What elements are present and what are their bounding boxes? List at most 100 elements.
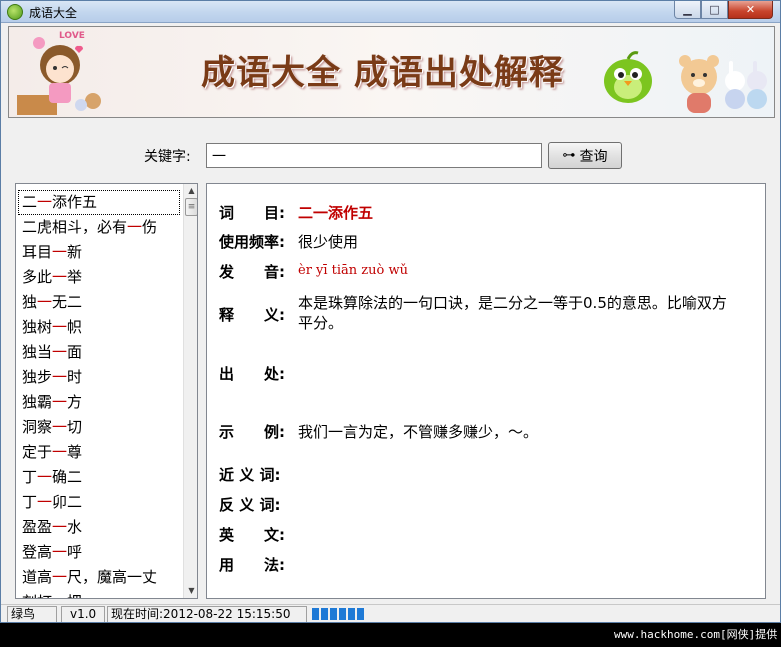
- app-icon: [7, 4, 23, 20]
- word-label: 词 目:: [219, 204, 285, 222]
- keyword-label: 关键字:: [144, 149, 191, 165]
- antonym-label: 反 义 词:: [219, 496, 281, 514]
- maximize-icon: □: [709, 3, 720, 16]
- cartoon-girl-illustration: [17, 37, 101, 115]
- app-window: 成语大全 ▁ □ ✕ LOVE 成语大全 成语出处解释 关键字: 一 ⊶ 查询 …: [0, 0, 781, 623]
- list-item[interactable]: 丁一卯二: [16, 490, 182, 515]
- list-item-keyword: 一: [52, 518, 68, 536]
- progress-segment: [357, 608, 364, 620]
- list-item-text-post: 时: [67, 368, 83, 386]
- list-item-keyword: 一: [52, 368, 68, 386]
- list-item-text-pre: 盈盈: [22, 518, 53, 536]
- scroll-thumb[interactable]: ≡: [185, 198, 197, 216]
- teddy-bears-illustration: [679, 55, 767, 113]
- scroll-up-icon[interactable]: ▲: [184, 184, 197, 198]
- status-time: 现在时间:2012-08-22 15:15:50: [107, 606, 307, 622]
- list-item[interactable]: 洞察一切: [16, 415, 182, 440]
- list-item-text-post: 举: [67, 268, 83, 286]
- list-item-keyword: 一: [127, 218, 143, 236]
- list-item[interactable]: 定于一尊: [16, 440, 182, 465]
- list-item-text-pre: 道高: [22, 568, 53, 586]
- list-item-keyword: 一: [52, 543, 68, 561]
- example-label: 示 例:: [219, 423, 285, 441]
- list-item[interactable]: 二一添作五: [18, 190, 180, 215]
- list-item-keyword: 一: [52, 343, 68, 361]
- list-item-text-post: 卯二: [52, 493, 83, 511]
- minimize-button[interactable]: ▁: [674, 1, 701, 19]
- frequency-label: 使用频率:: [219, 233, 285, 251]
- progress-segment: [321, 608, 328, 620]
- list-item[interactable]: 二虎相斗，必有一伤: [16, 215, 182, 240]
- list-item[interactable]: 独步一时: [16, 365, 182, 390]
- list-item[interactable]: 独树一帜: [16, 315, 182, 340]
- scroll-down-icon[interactable]: ▼: [184, 584, 197, 598]
- usage-label: 用 法:: [219, 556, 285, 574]
- list-item[interactable]: 盈盈一水: [16, 515, 182, 540]
- list-item-text-post: 面: [67, 343, 83, 361]
- watermark-text: www.hackhome.com[网侠]提供: [614, 628, 778, 641]
- list-item-text-post: 无二: [52, 293, 83, 311]
- maximize-button[interactable]: □: [701, 1, 728, 19]
- pinyin-value: èr yī tiān zuò wǔ: [298, 263, 408, 278]
- list-item-keyword: 一: [52, 318, 68, 336]
- list-item-text-post: 切: [67, 418, 83, 436]
- list-item-text-post: 确二: [52, 468, 83, 486]
- list-item[interactable]: 独当一面: [16, 340, 182, 365]
- close-button[interactable]: ✕: [728, 1, 773, 19]
- binoculars-icon: ⊶: [562, 148, 576, 163]
- list-item-text-pre: 独: [22, 293, 38, 311]
- list-item-text-pre: 二: [22, 193, 38, 211]
- status-bar: 绿鸟 v1.0 现在时间:2012-08-22 15:15:50: [1, 604, 780, 622]
- list-item-text-post: 帜: [67, 318, 83, 336]
- list-item-text-pre: 刻打: [22, 593, 52, 598]
- list-item-keyword: 一: [52, 268, 68, 286]
- pinyin-label: 发 音:: [219, 263, 285, 281]
- list-item-text-pre: 独霸: [22, 393, 53, 411]
- list-item-keyword: 一: [52, 443, 68, 461]
- list-item[interactable]: 刻打一把: [16, 590, 182, 598]
- list-item[interactable]: 独霸一方: [16, 390, 182, 415]
- progress-bar: [311, 607, 371, 621]
- minimize-icon: ▁: [683, 3, 692, 16]
- list-item[interactable]: 道高一尺，魔高一丈: [16, 565, 182, 590]
- list-item-text-pre: 丁: [22, 468, 38, 486]
- window-title: 成语大全: [29, 6, 78, 20]
- list-item[interactable]: 耳目一新: [16, 240, 182, 265]
- close-icon: ✕: [745, 3, 756, 16]
- word-value: 二一添作五: [298, 204, 374, 222]
- green-bird-illustration: [604, 51, 652, 103]
- list-item[interactable]: 丁一确二: [16, 465, 182, 490]
- list-item-text-pre: 独树: [22, 318, 53, 336]
- list-item-text-pre: 定于: [22, 443, 53, 461]
- list-item-text-pre: 登高: [22, 543, 53, 561]
- list-item-text-pre: 独步: [22, 368, 53, 386]
- keyword-input[interactable]: [206, 143, 542, 168]
- progress-segment: [312, 608, 319, 620]
- list-item-text-post: 尺，魔高一丈: [67, 568, 158, 586]
- list-item[interactable]: 登高一呼: [16, 540, 182, 565]
- meaning-value: 本是珠算除法的一句口诀，是二分之一等于0.5的意思。比喻双方平分。: [298, 294, 727, 332]
- status-version: v1.0: [61, 606, 105, 622]
- progress-segment: [339, 608, 346, 620]
- idiom-list[interactable]: 二一添作五 二虎相斗，必有一伤 耳目一新 多此一举 独一无二 独树一帜 独当一面 独步一时 独霸…: [15, 183, 198, 599]
- list-scrollbar[interactable]: ▲ ≡ ▼: [183, 184, 197, 598]
- list-item-text-pre: 耳目: [22, 243, 53, 261]
- list-item-keyword: 一: [37, 193, 53, 211]
- list-item-keyword: 一: [52, 593, 67, 598]
- list-item-text-post: 尊: [67, 443, 83, 461]
- synonym-label: 近 义 词:: [219, 466, 281, 484]
- list-item[interactable]: 独一无二: [16, 290, 182, 315]
- example-value: 我们一言为定，不管赚多赚少，～。: [298, 423, 539, 441]
- banner-title: 成语大全 成语出处解释: [201, 53, 564, 93]
- list-item-text-post: 添作五: [52, 193, 98, 211]
- query-button[interactable]: ⊶ 查询: [548, 142, 622, 169]
- list-item[interactable]: 多此一举: [16, 265, 182, 290]
- list-item-text-post: 呼: [67, 543, 83, 561]
- list-item-keyword: 一: [52, 393, 68, 411]
- title-bar[interactable]: 成语大全 ▁ □ ✕: [1, 1, 780, 23]
- list-item-text-post: 把: [67, 593, 82, 598]
- list-item-keyword: 一: [52, 418, 68, 436]
- list-item-keyword: 一: [52, 568, 68, 586]
- love-badge: LOVE: [59, 31, 85, 41]
- status-name: 绿鸟: [7, 606, 57, 622]
